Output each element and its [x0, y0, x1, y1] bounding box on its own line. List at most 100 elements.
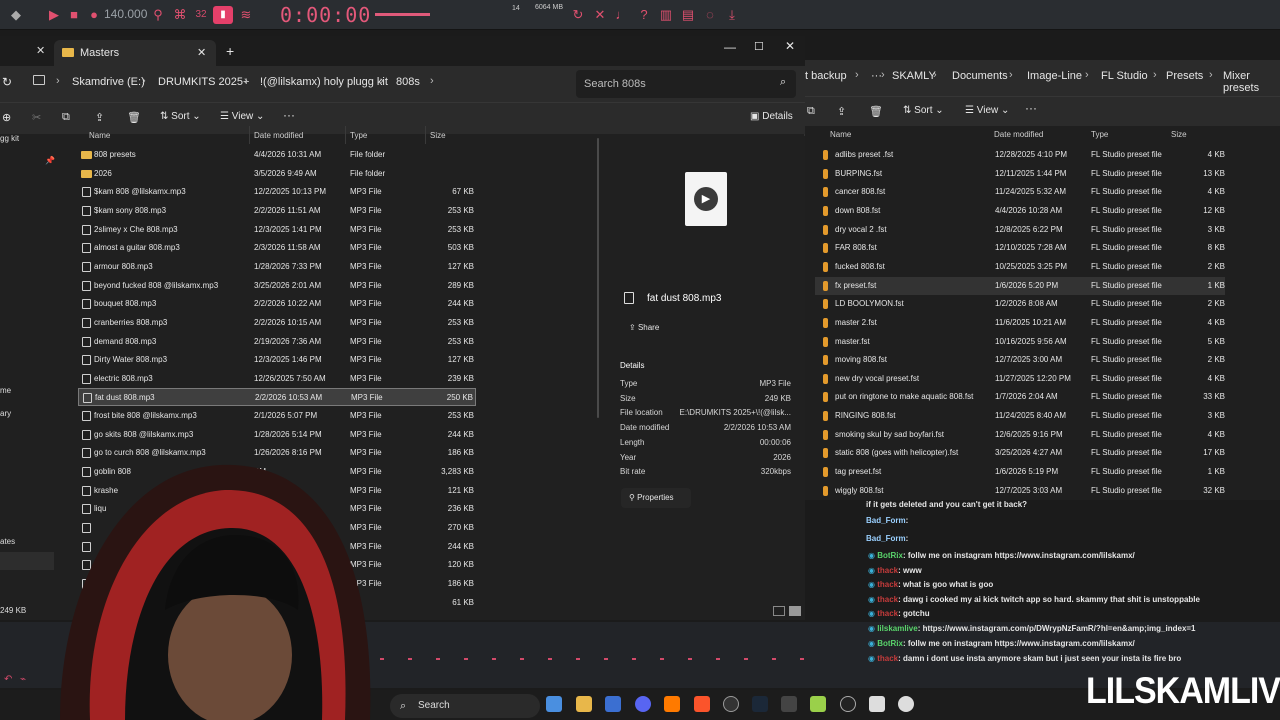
preset-row[interactable]: moving 808.fst 12/7/2025 3:00 AM FL Studio…: [815, 351, 1225, 369]
column-date[interactable]: Date modified: [254, 131, 303, 140]
media-player-icon[interactable]: [898, 696, 914, 712]
cut-icon[interactable]: ✕: [592, 7, 608, 23]
preset-row[interactable]: adlibs preset .fst 12/28/2025 4:10 PM FL S…: [815, 146, 1225, 164]
address-bar-2[interactable]: t backup › ··· › SKAMLY › Documents › Im…: [805, 60, 1280, 96]
step-edit-icon[interactable]: ≋: [238, 7, 254, 23]
details-view-icon[interactable]: [773, 606, 785, 616]
preset-row[interactable]: cancer 808.fst 11/24/2025 5:32 AM FL Studi…: [815, 183, 1225, 201]
taskbar-search[interactable]: ⌕ Search: [390, 694, 540, 718]
file-row[interactable]: fat dust 808.mp3 2/2/2026 10:53 AM MP3 Fil…: [78, 388, 476, 407]
file-row[interactable]: go skits 808 @lilskamx.mp3 1/28/2026 5:14…: [78, 426, 476, 444]
more-options-button[interactable]: ···: [283, 108, 295, 122]
chat-icon[interactable]: ◌: [702, 7, 718, 23]
mic-icon[interactable]: ♩: [614, 7, 630, 23]
maximize-icon[interactable]: ☐: [754, 40, 764, 53]
fl-logo-icon[interactable]: ◆: [8, 7, 24, 23]
file-row[interactable]: electric 808.mp3 12/26/2025 7:50 AM MP3 Fi…: [78, 370, 476, 388]
fl-link-icon[interactable]: ⌁: [20, 674, 26, 685]
chat-username[interactable]: thack: [877, 595, 898, 604]
stop-icon[interactable]: ■: [66, 7, 82, 23]
file-row[interactable]: beyond fucked 808 @lilskamx.mp3 3/25/2026…: [78, 277, 476, 295]
breadcrumb-drumkits[interactable]: DRUMKITS 2025+: [158, 76, 249, 88]
preset-row[interactable]: static 808 (goes with helicopter).fst 3/2…: [815, 444, 1225, 462]
breadcrumb-kit[interactable]: !(@lilskamx) holy plugg kit: [260, 76, 388, 88]
column-divider[interactable]: [249, 126, 250, 144]
column-date-2[interactable]: Date modified: [994, 130, 1043, 139]
preset-row[interactable]: LD BOOLYMON.fst 1/2/2026 8:08 AM FL Studio…: [815, 295, 1225, 313]
copy-icon[interactable]: ⧉: [807, 105, 815, 118]
chat-username[interactable]: thack: [877, 609, 898, 618]
tiles-view-icon[interactable]: [789, 606, 801, 616]
sort-button[interactable]: ⇅ Sort ⌄: [160, 111, 201, 122]
preset-row[interactable]: fx preset.fst 1/6/2026 5:20 PM FL Studio p…: [815, 276, 1225, 295]
undo-icon[interactable]: ↻: [570, 7, 586, 23]
details-pane-button[interactable]: ▣ Details: [750, 111, 793, 122]
fl-studio-icon[interactable]: [664, 696, 680, 712]
chat-username[interactable]: BotRix: [877, 639, 903, 648]
column-type-2[interactable]: Type: [1091, 130, 1108, 139]
breadcrumb-flstudio[interactable]: FL Studio: [1101, 70, 1148, 82]
help-icon[interactable]: ?: [636, 7, 652, 23]
file-row[interactable]: cranberries 808.mp3 2/2/2026 10:15 AM MP3 …: [78, 314, 476, 332]
breadcrumb-skamly[interactable]: SKAMLY: [892, 70, 936, 82]
pc-icon[interactable]: [33, 75, 45, 85]
loop-record-button[interactable]: ▮: [213, 6, 233, 24]
file-row[interactable]: demand 808.mp3 2/19/2026 7:36 AM MP3 File 2…: [78, 333, 476, 351]
share-icon[interactable]: ⇪: [95, 111, 104, 124]
file-row[interactable]: almost a guitar 808.mp3 2/3/2026 11:58 AM…: [78, 239, 476, 257]
chat-username[interactable]: thack: [877, 566, 898, 575]
file-row[interactable]: Dirty Water 808.mp3 12/3/2025 1:46 PM MP3 …: [78, 351, 476, 369]
obs-icon[interactable]: [723, 696, 739, 712]
play-icon[interactable]: ▶: [46, 7, 62, 23]
file-row[interactable]: 2slimey x Che 808.mp3 12/3/2025 1:41 PM MP…: [78, 221, 476, 239]
breadcrumb-mixer-presets[interactable]: Mixer presets: [1223, 70, 1280, 94]
mixer-icon[interactable]: ▥: [658, 7, 674, 23]
preset-row[interactable]: wiggly 808.fst 12/7/2025 3:03 AM FL Studio…: [815, 482, 1225, 500]
breadcrumb-drive[interactable]: Skamdrive (E:): [72, 76, 145, 88]
breadcrumb-documents[interactable]: Documents: [952, 70, 1008, 82]
chat-username[interactable]: thack: [877, 580, 898, 589]
properties-button[interactable]: ⚲ Properties: [621, 488, 691, 508]
minimize-icon[interactable]: —: [724, 40, 736, 54]
scrollbar[interactable]: [597, 138, 599, 418]
close-prev-tab-icon[interactable]: ✕: [36, 44, 45, 57]
column-type[interactable]: Type: [350, 131, 367, 140]
preset-row[interactable]: tag preset.fst 1/6/2026 5:19 PM FL Studio …: [815, 463, 1225, 481]
browser-icon[interactable]: ▤: [680, 7, 696, 23]
share-button[interactable]: ⇪ Share: [621, 318, 673, 338]
breadcrumb-presets[interactable]: Presets: [1166, 70, 1203, 82]
download-icon[interactable]: ⤓: [724, 7, 740, 23]
app-icon[interactable]: [781, 696, 797, 712]
breadcrumb-808s[interactable]: 808s: [396, 76, 420, 88]
nav-item-templates[interactable]: ates: [0, 537, 15, 546]
search-icon[interactable]: ⌕: [780, 76, 786, 89]
preset-row[interactable]: put on ringtone to make aquatic 808.fst 1…: [815, 388, 1225, 406]
copy-icon[interactable]: ⧉: [62, 111, 70, 124]
delete-icon[interactable]: 🗑: [869, 105, 883, 118]
view-button[interactable]: ☰ View ⌄: [220, 111, 264, 122]
brave-icon[interactable]: [694, 696, 710, 712]
search-input[interactable]: Search 808s: [576, 70, 796, 98]
preset-row[interactable]: smoking skul by sad boyfari.fst 12/6/2025…: [815, 426, 1225, 444]
nav-item-home[interactable]: me: [0, 386, 11, 395]
new-icon[interactable]: ⊕: [2, 111, 11, 124]
file-explorer-icon[interactable]: [576, 696, 592, 712]
discord-icon[interactable]: [635, 696, 651, 712]
refresh-icon[interactable]: ↻: [2, 75, 12, 89]
record-icon[interactable]: ●: [86, 7, 102, 23]
chat-username[interactable]: lilskamlive: [877, 624, 917, 633]
preset-row[interactable]: fucked 808.fst 10/25/2025 3:25 PM FL Studi…: [815, 258, 1225, 276]
store-icon[interactable]: [605, 696, 621, 712]
chat-username[interactable]: Bad_Form: [866, 534, 906, 543]
address-bar[interactable]: ↻ › Skamdrive (E:) › DRUMKITS 2025+ › !(…: [0, 66, 805, 102]
file-row[interactable]: $kam sony 808.mp3 2/2/2026 11:51 AM MP3 Fi…: [78, 202, 476, 220]
column-size-2[interactable]: Size: [1171, 130, 1187, 139]
close-window-icon[interactable]: ✕: [785, 39, 795, 53]
chat-username[interactable]: thack: [877, 654, 898, 663]
app-icon[interactable]: [869, 696, 885, 712]
file-row[interactable]: bouquet 808.mp3 2/2/2026 10:22 AM MP3 File…: [78, 295, 476, 313]
file-row[interactable]: armour 808.mp3 1/28/2026 7:33 PM MP3 File 1…: [78, 258, 476, 276]
breadcrumb-backup[interactable]: t backup: [805, 70, 847, 82]
column-name[interactable]: Name: [89, 131, 110, 140]
nav-item-kit[interactable]: gg kit: [0, 134, 19, 143]
